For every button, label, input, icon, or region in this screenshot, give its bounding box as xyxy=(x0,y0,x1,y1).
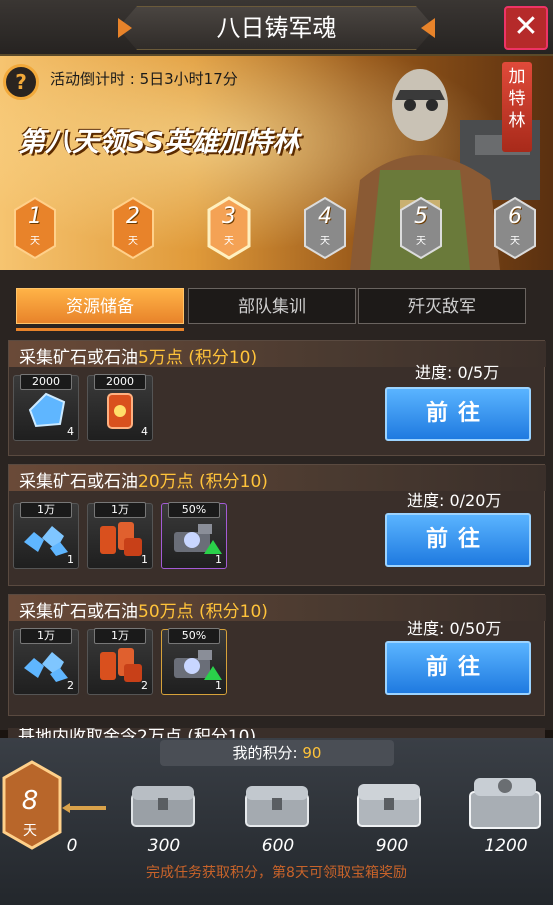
item-quantity: 2 xyxy=(141,679,148,692)
reward-item[interactable]: 1万 2 xyxy=(13,628,79,695)
task-card: 采集矿石或石油50万点 (积分10) 1万 2 1万 2 50% 1 进度: 0… xyxy=(8,594,546,716)
day-label: 天 xyxy=(510,236,520,247)
page-title: 八日铸军魂 xyxy=(216,14,337,42)
reward-item[interactable]: 50% 1 xyxy=(161,502,227,569)
crystals-icon xyxy=(24,652,68,682)
reward-item[interactable]: 1万 1 xyxy=(13,502,79,569)
day-label: 天 xyxy=(224,236,234,247)
day-tab-6[interactable]: 6 天 xyxy=(492,196,538,260)
reward-item[interactable]: 2000 4 xyxy=(13,374,79,441)
task-title: 采集矿石或石油50万点 (积分10) xyxy=(19,602,268,622)
close-button[interactable]: ✕ xyxy=(504,6,548,50)
day-tab-3[interactable]: 3 天 xyxy=(206,196,252,260)
item-amount-badge: 2000 xyxy=(94,374,146,390)
day-label: 天 xyxy=(416,236,426,247)
score-threshold: 300 xyxy=(147,836,181,856)
hero-name-tag: 加特林 xyxy=(502,62,532,152)
upgrade-arrow-icon xyxy=(204,666,222,680)
score-threshold: 0 xyxy=(66,836,78,856)
item-amount-badge: 1万 xyxy=(20,628,72,644)
day-tab-1[interactable]: 1 天 xyxy=(12,196,58,260)
question-icon[interactable]: ? xyxy=(3,64,39,100)
task-title: 采集矿石或石油5万点 (积分10) xyxy=(19,348,258,368)
item-amount-badge: 50% xyxy=(168,628,220,644)
active-tab-underline xyxy=(16,328,184,331)
crystals-icon xyxy=(24,526,68,556)
item-quantity: 2 xyxy=(67,679,74,692)
day-label: 天 xyxy=(320,236,330,247)
task-card: 采集矿石或石油20万点 (积分10) 1万 1 1万 1 50% 1 进度: 0… xyxy=(8,464,546,586)
banner-slogan: 第八天领SS英雄加特林 xyxy=(18,127,299,158)
score-threshold: 900 xyxy=(375,836,409,856)
reward-hint: 完成任务获取积分，第8天可领取宝箱奖励 xyxy=(146,865,407,881)
day-label: 天 xyxy=(30,236,40,247)
oil-barrel-icon xyxy=(107,393,133,429)
task-progress: 进度: 0/5万 xyxy=(415,363,500,382)
reward-item[interactable]: 2000 4 xyxy=(87,374,153,441)
progress-arrow-icon xyxy=(62,803,106,813)
tab-destroy-enemy[interactable]: 歼灭敌军 xyxy=(358,288,526,324)
day-number: 6 xyxy=(508,204,522,229)
item-quantity: 4 xyxy=(67,425,74,438)
item-quantity: 1 xyxy=(141,553,148,566)
go-button[interactable]: 前往 xyxy=(385,387,531,441)
day-tab-5[interactable]: 5 天 xyxy=(398,196,444,260)
treasure-chest-icon[interactable] xyxy=(354,780,424,830)
close-icon: ✕ xyxy=(513,9,539,44)
tab-troop-training[interactable]: 部队集训 xyxy=(188,288,356,324)
item-quantity: 1 xyxy=(215,679,222,692)
day-label: 天 xyxy=(128,236,138,247)
day-number: 3 xyxy=(222,204,236,229)
item-amount-badge: 1万 xyxy=(20,502,72,518)
day-number: 2 xyxy=(126,204,140,229)
item-quantity: 4 xyxy=(141,425,148,438)
reward-item[interactable]: 1万 2 xyxy=(87,628,153,695)
item-amount-badge: 1万 xyxy=(94,502,146,518)
tab-resource-reserve[interactable]: 资源储备 xyxy=(16,288,184,324)
item-amount-badge: 1万 xyxy=(94,628,146,644)
crystal-icon xyxy=(28,392,66,428)
item-quantity: 1 xyxy=(67,553,74,566)
item-amount-badge: 50% xyxy=(168,502,220,518)
day-number: 1 xyxy=(28,204,42,229)
task-card: 采集矿石或石油5万点 (积分10) 2000 4 2000 4 进度: 0/5万… xyxy=(8,340,546,456)
oil-barrels-icon xyxy=(100,648,142,682)
treasure-chest-icon[interactable] xyxy=(242,780,312,830)
score-threshold: 1200 xyxy=(484,836,528,856)
task-title: 采集矿石或石油20万点 (积分10) xyxy=(19,472,268,492)
day-tab-2[interactable]: 2 天 xyxy=(110,196,156,260)
treasure-chest-icon[interactable] xyxy=(128,780,198,830)
upgrade-arrow-icon xyxy=(204,540,222,554)
reward-item[interactable]: 1万 1 xyxy=(87,502,153,569)
day-number: 4 xyxy=(318,204,332,229)
item-quantity: 1 xyxy=(215,553,222,566)
treasure-chest-icon[interactable] xyxy=(466,772,544,832)
day-tab-4[interactable]: 4 天 xyxy=(302,196,348,260)
go-button[interactable]: 前往 xyxy=(385,641,531,695)
my-score: 我的积分: 90 xyxy=(160,740,394,766)
reward-item[interactable]: 50% 1 xyxy=(161,628,227,695)
go-button[interactable]: 前往 xyxy=(385,513,531,567)
score-threshold: 600 xyxy=(261,836,295,856)
oil-barrels-icon xyxy=(100,522,142,556)
task-progress: 进度: 0/50万 xyxy=(407,619,502,638)
item-amount-badge: 2000 xyxy=(20,374,72,390)
task-progress: 进度: 0/20万 xyxy=(407,491,502,510)
day-8-number: 8 xyxy=(21,786,39,816)
day-number: 5 xyxy=(414,204,428,229)
event-countdown: 活动倒计时 : 5日3小时17分 xyxy=(50,70,238,88)
